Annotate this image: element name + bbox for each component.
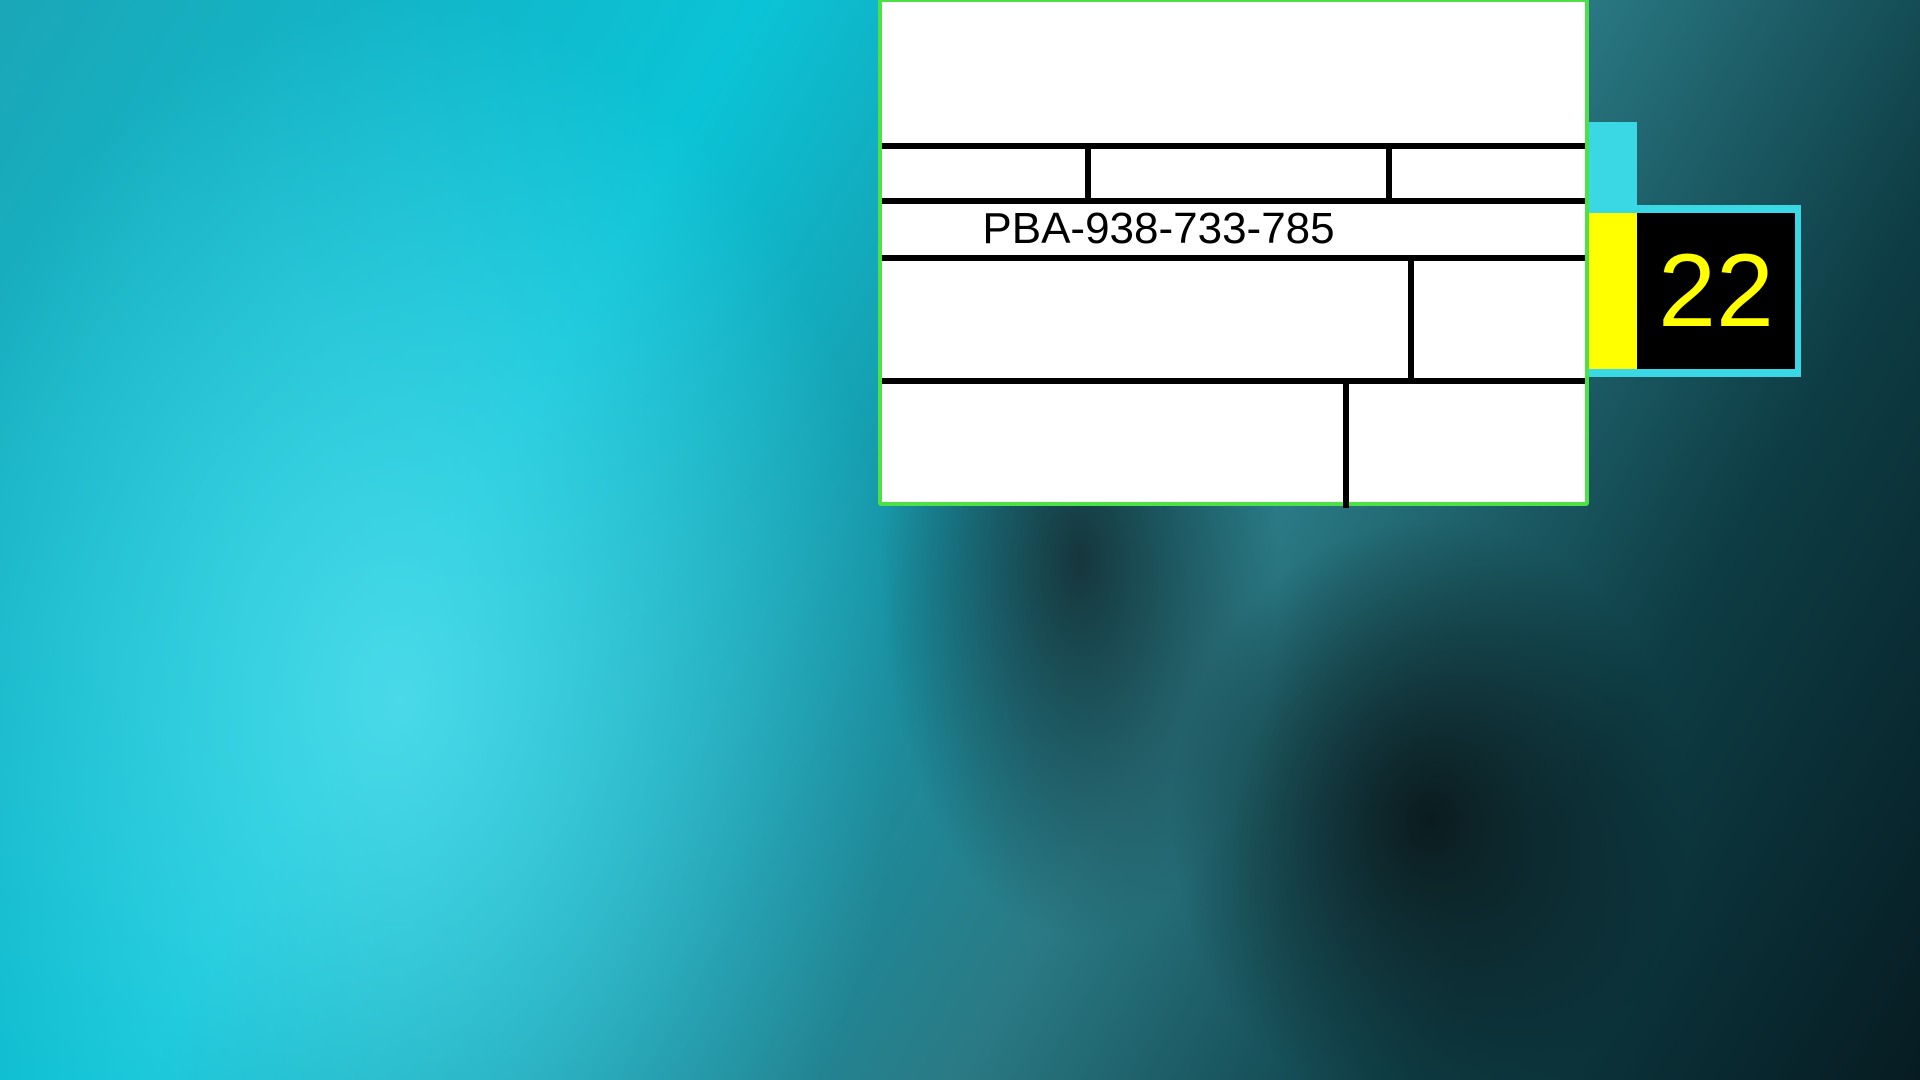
divider xyxy=(882,378,1585,384)
number-badge: 22 xyxy=(1589,205,1801,377)
divider xyxy=(1085,143,1091,199)
badge-number: 22 xyxy=(1637,213,1795,369)
badge-accent xyxy=(1589,213,1637,369)
divider xyxy=(882,255,1585,261)
label-code: PBA-938-733-785 xyxy=(982,204,1335,253)
divider xyxy=(882,143,1585,149)
divider xyxy=(1386,143,1392,199)
divider xyxy=(1408,255,1414,380)
side-tab[interactable] xyxy=(1589,122,1637,212)
divider xyxy=(1343,378,1349,508)
label-window[interactable]: PBA-938-733-785 xyxy=(878,0,1589,508)
